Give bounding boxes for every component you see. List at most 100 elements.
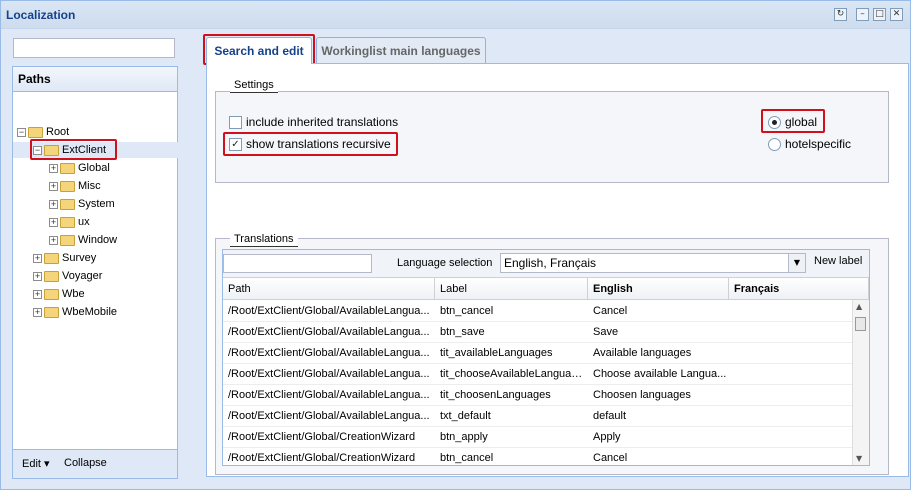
table-row[interactable]: /Root/ExtClient/Global/CreationWizard btn…: [223, 448, 853, 465]
folder-icon: [44, 306, 59, 318]
tree-node-ux[interactable]: + ux: [49, 214, 90, 230]
settings-fieldset: Settings include inherited translations …: [215, 78, 889, 183]
table-cell-path: /Root/ExtClient/Global/AvailableLangua..…: [228, 347, 430, 359]
collapse-button[interactable]: Collapse: [64, 457, 107, 469]
collapse-icon[interactable]: −: [17, 127, 26, 137]
refresh-icon[interactable]: ↻: [834, 8, 847, 21]
folder-icon: [44, 288, 59, 300]
expand-icon[interactable]: +: [33, 289, 42, 299]
column-header-francais[interactable]: Français: [729, 278, 869, 300]
paths-footer: Edit ▾ Collapse: [13, 449, 177, 478]
right-panel: Search and edit Workinglist main languag…: [203, 34, 910, 477]
table-cell-francais: [729, 343, 853, 364]
translations-grid: Language selection English, Français ▼ N…: [222, 249, 870, 466]
hotelspecific-radio[interactable]: [768, 138, 781, 151]
folder-icon: [60, 180, 75, 192]
tree-node-window[interactable]: + Window: [49, 232, 117, 248]
table-row[interactable]: /Root/ExtClient/Global/AvailableLangua..…: [223, 406, 853, 427]
column-header-path[interactable]: Path: [223, 278, 435, 300]
column-header-english[interactable]: English: [588, 278, 729, 300]
folder-icon: [60, 216, 75, 228]
table-row[interactable]: /Root/ExtClient/Global/AvailableLangua..…: [223, 385, 853, 406]
tree-node-label: Voyager: [62, 270, 103, 282]
tree-node-wbe[interactable]: + Wbe: [33, 286, 85, 302]
grid-scrollbar[interactable]: ▲ ▼: [852, 300, 869, 465]
expand-icon[interactable]: +: [33, 307, 42, 317]
tree-node-voyager[interactable]: + Voyager: [33, 268, 102, 284]
table-row[interactable]: /Root/ExtClient/Global/CreationWizard btn…: [223, 427, 853, 448]
language-selection-label: Language selection: [397, 257, 493, 269]
expand-icon[interactable]: +: [49, 217, 58, 227]
expand-icon[interactable]: +: [49, 235, 58, 245]
folder-icon: [28, 126, 43, 138]
settings-legend: Settings: [230, 78, 278, 93]
table-row[interactable]: /Root/ExtClient/Global/AvailableLangua..…: [223, 301, 853, 322]
column-header-label[interactable]: Label: [435, 278, 588, 300]
tree-node-global[interactable]: + Global: [49, 160, 110, 176]
grid-toolbar: Language selection English, Français ▼ N…: [223, 250, 869, 278]
folder-icon: [60, 234, 75, 246]
highlight-extclient: [30, 139, 117, 160]
scroll-up-icon[interactable]: ▲: [856, 302, 862, 311]
scroll-thumb[interactable]: [855, 317, 866, 331]
table-cell-label: tit_choosenLanguages: [440, 389, 551, 401]
new-label-button[interactable]: New label: [814, 255, 862, 267]
language-select[interactable]: English, Français ▼: [500, 253, 806, 273]
tab-search-and-edit[interactable]: Search and edit: [206, 37, 312, 64]
expand-icon[interactable]: +: [33, 271, 42, 281]
tree-node-label: Misc: [78, 180, 101, 192]
table-cell-path: /Root/ExtClient/Global/AvailableLangua..…: [228, 305, 430, 317]
minimize-icon[interactable]: –: [856, 8, 869, 21]
translations-legend: Translations: [230, 232, 298, 247]
highlight-show-recursive: [223, 132, 398, 156]
folder-icon: [44, 252, 59, 264]
tree-node-wbemobile[interactable]: + WbeMobile: [33, 304, 117, 320]
tree-node-label: Wbe: [62, 288, 85, 300]
include-inherited-label: include inherited translations: [246, 115, 399, 129]
table-cell-francais: [729, 322, 853, 343]
table-row[interactable]: /Root/ExtClient/Global/AvailableLangua..…: [223, 322, 853, 343]
table-cell-label: btn_cancel: [440, 452, 494, 464]
include-inherited-checkbox[interactable]: [229, 116, 242, 129]
translation-filter-input[interactable]: [223, 254, 372, 273]
tab-workinglist-main-languages[interactable]: Workinglist main languages: [316, 37, 486, 63]
close-icon[interactable]: ✕: [890, 8, 903, 21]
table-row[interactable]: /Root/ExtClient/Global/AvailableLangua..…: [223, 343, 853, 364]
table-cell-francais: [729, 427, 853, 448]
window-title: Localization: [6, 8, 76, 22]
tree-node-label: Root: [46, 126, 70, 138]
tree-node-label: System: [78, 198, 115, 210]
table-cell-label: txt_default: [440, 410, 491, 422]
tree-node-label: Global: [78, 162, 110, 174]
table-cell-label: tit_chooseAvailableLanguages: [440, 368, 588, 380]
expand-icon[interactable]: +: [49, 163, 58, 173]
table-cell-francais: [729, 385, 853, 406]
tree-node-root[interactable]: − Root: [17, 124, 69, 140]
expand-icon[interactable]: +: [49, 181, 58, 191]
table-cell-english: Cancel: [593, 305, 628, 317]
tree-node-survey[interactable]: + Survey: [33, 250, 96, 266]
expand-icon[interactable]: +: [33, 253, 42, 263]
folder-icon: [60, 198, 75, 210]
table-cell-path: /Root/ExtClient/Global/AvailableLangua..…: [228, 368, 430, 380]
folder-icon: [60, 162, 75, 174]
paths-header: Paths: [13, 67, 177, 92]
table-row[interactable]: /Root/ExtClient/Global/AvailableLangua..…: [223, 364, 853, 385]
language-select-value: English, Français: [504, 256, 597, 270]
maximize-icon[interactable]: □: [873, 8, 886, 21]
table-cell-path: /Root/ExtClient/Global/CreationWizard: [228, 431, 416, 443]
path-search-input[interactable]: [13, 38, 175, 58]
chevron-down-icon[interactable]: ▼: [788, 254, 805, 272]
table-cell-francais: [729, 364, 853, 385]
highlight-global: [761, 109, 825, 133]
table-cell-english: Cancel: [593, 452, 628, 464]
table-cell-english: Save: [593, 326, 619, 338]
hotelspecific-label: hotelspecific: [785, 137, 852, 151]
scroll-down-icon[interactable]: ▼: [856, 454, 862, 463]
table-cell-path: /Root/ExtClient/Global/AvailableLangua..…: [228, 326, 430, 338]
expand-icon[interactable]: +: [49, 199, 58, 209]
tree-node-system[interactable]: + System: [49, 196, 115, 212]
edit-menu-button[interactable]: Edit ▾: [22, 457, 50, 470]
tree-node-misc[interactable]: + Misc: [49, 178, 101, 194]
tree-node-label: WbeMobile: [62, 306, 118, 318]
